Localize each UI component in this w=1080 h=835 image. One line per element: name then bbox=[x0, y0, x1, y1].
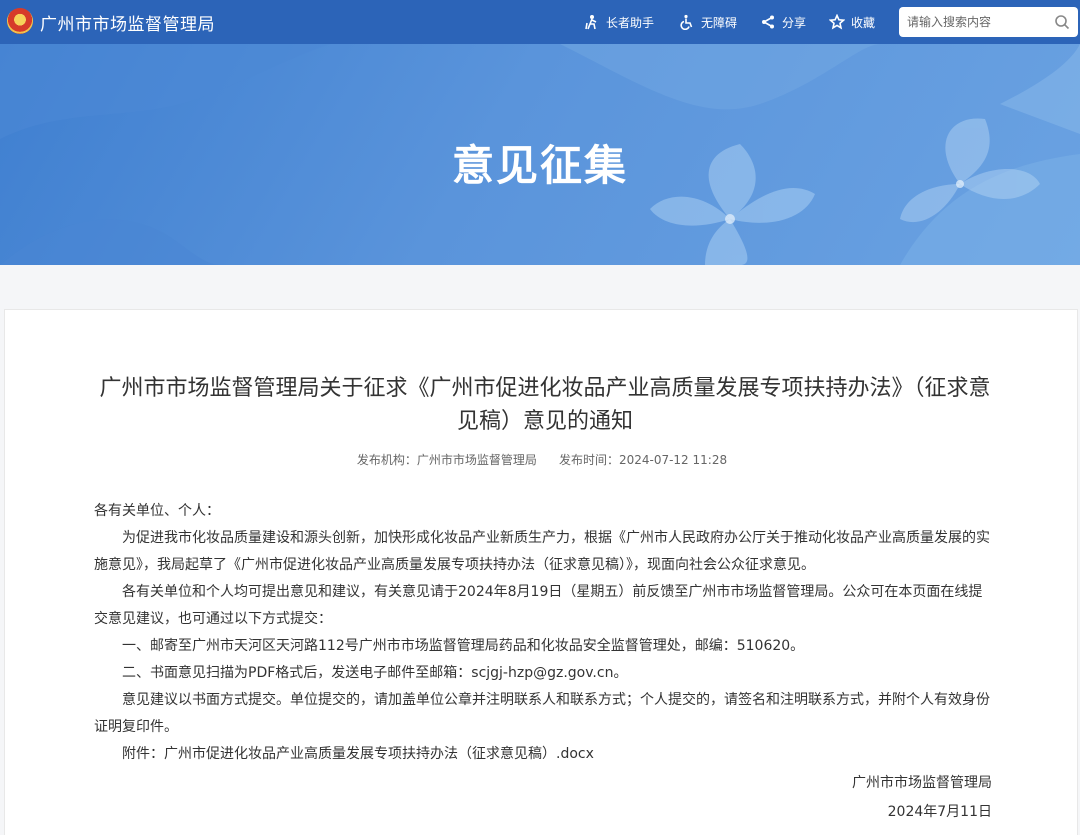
article-title: 广州市市场监督管理局关于征求《广州市促进化妆品产业高质量发展专项扶持办法》（征求… bbox=[99, 376, 991, 434]
publish-time-value: 2024-07-12 11:28 bbox=[618, 453, 728, 467]
favorite-label: 收藏 bbox=[851, 15, 876, 30]
national-emblem-icon bbox=[7, 8, 33, 34]
attachment-label: 附件： bbox=[122, 746, 164, 762]
top-navigation-bar: 广州市市场监督管理局 长者助手 无障碍 分享 收藏 bbox=[0, 0, 1080, 44]
elder-assistant-label: 长者助手 bbox=[606, 15, 655, 30]
site-title[interactable]: 广州市市场监督管理局 bbox=[40, 10, 215, 35]
search-box bbox=[899, 7, 1078, 37]
paragraph-feedback: 各有关单位和个人均可提出意见和建议，有关意见请于2024年8月19日（星期五）前… bbox=[94, 584, 983, 627]
share-icon bbox=[762, 15, 774, 29]
salutation: 各有关单位、个人： bbox=[94, 503, 220, 519]
search-input[interactable] bbox=[907, 7, 1047, 37]
page-banner: 意见征集 bbox=[0, 44, 1080, 265]
publisher-info: 发布机构：广州市市场监督管理局 bbox=[357, 453, 537, 467]
paragraph-requirements: 意见建议以书面方式提交。单位提交的，请加盖单位公章并注明联系人和联系方式；个人提… bbox=[94, 692, 990, 735]
publish-time-info: 发布时间：2024-07-12 11:28 bbox=[559, 453, 727, 467]
article-meta: 发布机构：广州市市场监督管理局 发布时间：2024-07-12 11:28 bbox=[5, 451, 1079, 468]
paragraph-mail: 一、邮寄至广州市天河区天河路112号广州市市场监督管理局药品和化妆品安全监督管理… bbox=[122, 638, 805, 654]
star-icon bbox=[829, 14, 845, 30]
paragraph-email: 二、书面意见扫描为PDF格式后，发送电子邮件至邮箱：scjgj-hzp@gz.g… bbox=[122, 665, 628, 681]
search-icon[interactable] bbox=[1054, 14, 1070, 30]
publisher-label: 发布机构： bbox=[356, 453, 417, 467]
elder-assistant-button[interactable]: 长者助手 bbox=[584, 12, 654, 32]
publisher-value: 广州市市场监督管理局 bbox=[416, 453, 537, 467]
share-button[interactable]: 分享 bbox=[760, 12, 806, 32]
attachment-line: 附件：广州市促进化妆品产业高质量发展专项扶持办法（征求意见稿）.docx bbox=[94, 741, 992, 768]
signature-date: 2024年7月11日 bbox=[887, 804, 992, 820]
article-card: 广州市市场监督管理局关于征求《广州市促进化妆品产业高质量发展专项扶持办法》（征求… bbox=[4, 309, 1078, 835]
attachment-link[interactable]: 广州市促进化妆品产业高质量发展专项扶持办法（征求意见稿）.docx bbox=[164, 746, 594, 762]
favorite-button[interactable]: 收藏 bbox=[829, 12, 875, 32]
elder-icon bbox=[585, 15, 597, 30]
banner-title: 意见征集 bbox=[451, 141, 628, 190]
signature: 广州市市场监督管理局 bbox=[852, 775, 992, 791]
wheelchair-icon bbox=[680, 14, 693, 30]
publish-time-label: 发布时间： bbox=[558, 453, 619, 467]
accessibility-button[interactable]: 无障碍 bbox=[679, 12, 737, 32]
share-label: 分享 bbox=[782, 15, 807, 30]
paragraph-intro: 为促进我市化妆品质量建设和源头创新，加快形成化妆品产业新质生产力，根据《广州市人… bbox=[94, 530, 990, 573]
article-body: 各有关单位、个人： 为促进我市化妆品质量建设和源头创新，加快形成化妆品产业新质生… bbox=[94, 498, 992, 826]
accessibility-label: 无障碍 bbox=[701, 15, 738, 30]
